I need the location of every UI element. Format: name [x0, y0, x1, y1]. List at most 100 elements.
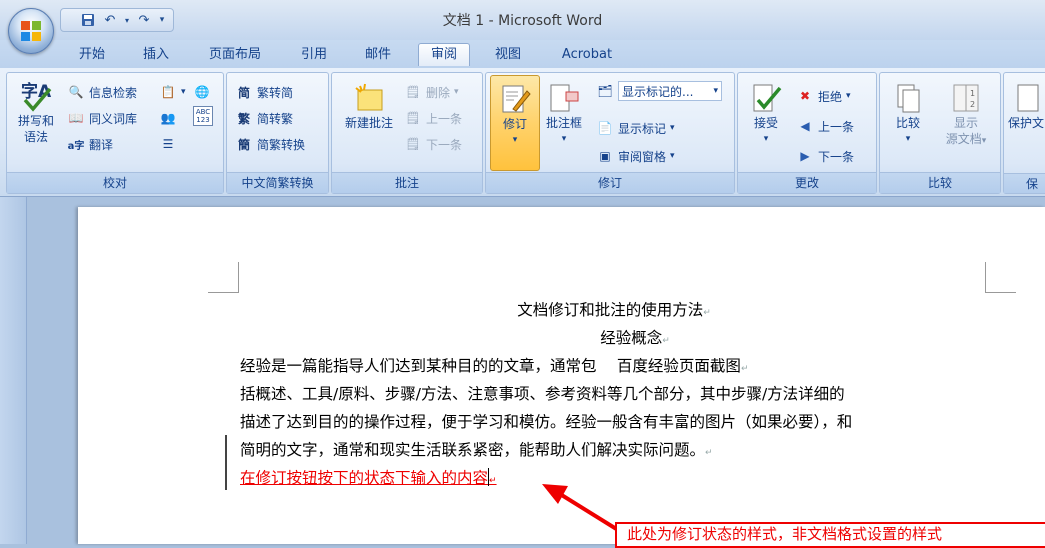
group-compare: 比较 ▾ 12 显示 源文档▾ 比较 [879, 72, 1001, 194]
body-line-3[interactable]: 描述了达到目的的操作过程，便于学习和模仿。经验一般含有丰富的图片（如果必要），和 [240, 410, 852, 432]
chinese-convert-icon: 簡 [237, 137, 250, 152]
office-logo-icon [21, 21, 41, 41]
group-tracking: 修订 ▾ 批注框 ▾ 🗂 显示标记的... ▾ 📄 显示标记 ▾ ▣ 审阅窗格 ▾ 修… [485, 72, 735, 194]
body-line-1[interactable]: 经验是一篇能指导人们达到某种目的的文章，通常包 百度经验页面截图↵ [240, 354, 748, 376]
reject-icon: ✖ [799, 89, 811, 103]
word-count-button[interactable]: ABC 123 [193, 105, 213, 127]
display-review-icon: 🗂 [597, 84, 613, 98]
globe-icon: 🌐 [194, 85, 210, 99]
group-chinese-conversion: 简 繁转简 繁 简转繁 簡 简繁转换 中文简繁转换 [226, 72, 329, 194]
track-changes-button[interactable]: 修订 ▾ [490, 75, 540, 171]
accept-button[interactable]: 接受 ▾ [742, 81, 790, 147]
translation-tip-button[interactable]: 📋 ▾ [159, 81, 186, 103]
to-simplified-button[interactable]: 简 繁转简 [235, 81, 293, 103]
research-button[interactable]: 🔍 信息检索 [67, 81, 138, 103]
redo-icon[interactable]: ↷ [135, 11, 153, 29]
parental-control-button[interactable]: 👥 [159, 107, 177, 129]
list-icon: ☰ [162, 137, 174, 151]
traditional-to-simplified-icon: 简 [237, 85, 250, 100]
balloons-button[interactable]: 批注框 ▾ [542, 81, 586, 147]
compare-button[interactable]: 比较 ▾ [884, 81, 932, 147]
previous-comment-button[interactable]: 🗒 上一条 [404, 107, 462, 129]
input-method-button[interactable]: ☰ [159, 133, 177, 155]
thesaurus-button[interactable]: 📖 同义词库 [67, 107, 138, 129]
chinese-convert-button[interactable]: 簡 简繁转换 [235, 133, 305, 155]
group-compare-label: 比较 [880, 172, 1000, 193]
delete-comment-button[interactable]: 🗒 删除 ▾ [404, 81, 458, 103]
previous-comment-icon: 🗒 [405, 111, 421, 125]
document-subtitle[interactable]: 经验概念↵ [240, 326, 1030, 348]
svg-text:2: 2 [970, 100, 975, 109]
track-changes-icon [497, 82, 533, 116]
word-count-icon: ABC 123 [193, 106, 213, 126]
next-change-icon: ▶ [800, 149, 810, 163]
protect-document-button[interactable]: 保护文 [1008, 81, 1045, 131]
revision-inserted-text[interactable]: 在修订按钮按下的状态下输入的内容↵ [240, 466, 497, 488]
translate-icon: a字 [67, 140, 85, 152]
thesaurus-icon: 📖 [68, 111, 84, 125]
group-protect-label: 保 [1004, 173, 1045, 193]
tab-review[interactable]: 审阅 [418, 43, 470, 66]
tab-insert[interactable]: 插入 [134, 44, 178, 66]
to-traditional-button[interactable]: 繁 简转繁 [235, 107, 293, 129]
margin-corner-right [985, 262, 1016, 293]
previous-change-icon: ◀ [800, 119, 810, 133]
group-chinese-label: 中文简繁转换 [227, 172, 328, 193]
new-comment-button[interactable]: 新建批注 [336, 81, 402, 131]
margin-corner-left [208, 262, 239, 293]
next-change-button[interactable]: ▶ 下一条 [796, 145, 854, 167]
ribbon: 字A 拼写和 语法 🔍 信息检索 📖 同义词库 a字 翻译 📋 ▾ 🌐 👥 ABC… [0, 68, 1045, 197]
show-markup-icon: 📄 [597, 121, 613, 135]
spelling-grammar-button[interactable]: 字A 拼写和 语法 [13, 79, 59, 145]
group-changes: 接受 ▾ ✖ 拒绝 ▾ ◀ 上一条 ▶ 下一条 更改 [737, 72, 877, 194]
research-icon: 🔍 [68, 85, 84, 99]
tab-mailings[interactable]: 邮件 [356, 44, 400, 66]
source-documents-icon: 12 [948, 81, 984, 115]
office-button[interactable] [8, 8, 54, 54]
group-protect: 保护文 保 [1003, 72, 1045, 194]
chevron-down-icon[interactable]: ▾ [123, 11, 131, 29]
tab-home[interactable]: 开始 [70, 44, 114, 66]
next-comment-button[interactable]: 🗒 下一条 [404, 133, 462, 155]
save-icon[interactable] [79, 11, 97, 29]
translate-button[interactable]: a字 翻译 [67, 133, 113, 155]
group-changes-label: 更改 [738, 172, 876, 193]
tab-view[interactable]: 视图 [486, 44, 530, 66]
svg-text:1: 1 [970, 89, 975, 98]
delete-comment-icon: 🗒 [405, 85, 421, 99]
body-line-4[interactable]: 简明的文字，通常和现实生活联系紧密，能帮助人们解决实际问题。↵ [240, 438, 713, 460]
tab-acrobat[interactable]: Acrobat [550, 44, 624, 66]
show-markup-button[interactable]: 📄 显示标记 ▾ [596, 117, 675, 139]
group-proofing-label: 校对 [7, 172, 223, 193]
accept-icon [748, 81, 784, 115]
balloons-icon [546, 81, 582, 115]
translation-tip-icon: 📋 [160, 85, 176, 99]
people-icon: 👥 [160, 111, 176, 125]
vertical-ruler [0, 197, 27, 544]
previous-change-button[interactable]: ◀ 上一条 [796, 115, 854, 137]
set-language-button[interactable]: 🌐 [193, 81, 211, 103]
customize-qat-icon[interactable]: ▾ [157, 11, 167, 29]
show-source-documents-button[interactable]: 12 显示 源文档▾ [938, 81, 994, 149]
compare-icon [890, 81, 926, 115]
next-comment-icon: 🗒 [405, 137, 421, 151]
group-comments: 新建批注 🗒 删除 ▾ 🗒 上一条 🗒 下一条 批注 [331, 72, 483, 194]
tab-references[interactable]: 引用 [292, 44, 336, 66]
protect-document-icon [1008, 81, 1044, 115]
tab-page-layout[interactable]: 页面布局 [198, 44, 272, 66]
group-proofing: 字A 拼写和 语法 🔍 信息检索 📖 同义词库 a字 翻译 📋 ▾ 🌐 👥 ABC… [6, 72, 224, 194]
reject-button[interactable]: ✖ 拒绝 ▾ [796, 85, 851, 107]
revision-change-bar [225, 435, 227, 490]
group-tracking-label: 修订 [486, 172, 734, 193]
body-line-2[interactable]: 括概述、工具/原料、步骤/方法、注意事项、参考资料等几个部分，其中步骤/方法详细… [240, 382, 845, 404]
group-comments-label: 批注 [332, 172, 482, 193]
document-title[interactable]: 文档修订和批注的使用方法↵ [240, 298, 988, 320]
spelling-check-icon: 字A [18, 79, 54, 113]
annotation-callout: 此处为修订状态的样式，非文档格式设置的样式 [615, 522, 1045, 548]
quick-access-toolbar: ↶ ▾ ↷ ▾ [60, 8, 174, 32]
simplified-to-traditional-icon: 繁 [237, 111, 250, 126]
reviewing-pane-button[interactable]: ▣ 审阅窗格 ▾ [596, 145, 674, 167]
undo-icon[interactable]: ↶ [101, 11, 119, 29]
display-for-review-select[interactable]: 🗂 显示标记的... ▾ [596, 81, 730, 101]
reviewing-pane-icon: ▣ [599, 149, 611, 163]
